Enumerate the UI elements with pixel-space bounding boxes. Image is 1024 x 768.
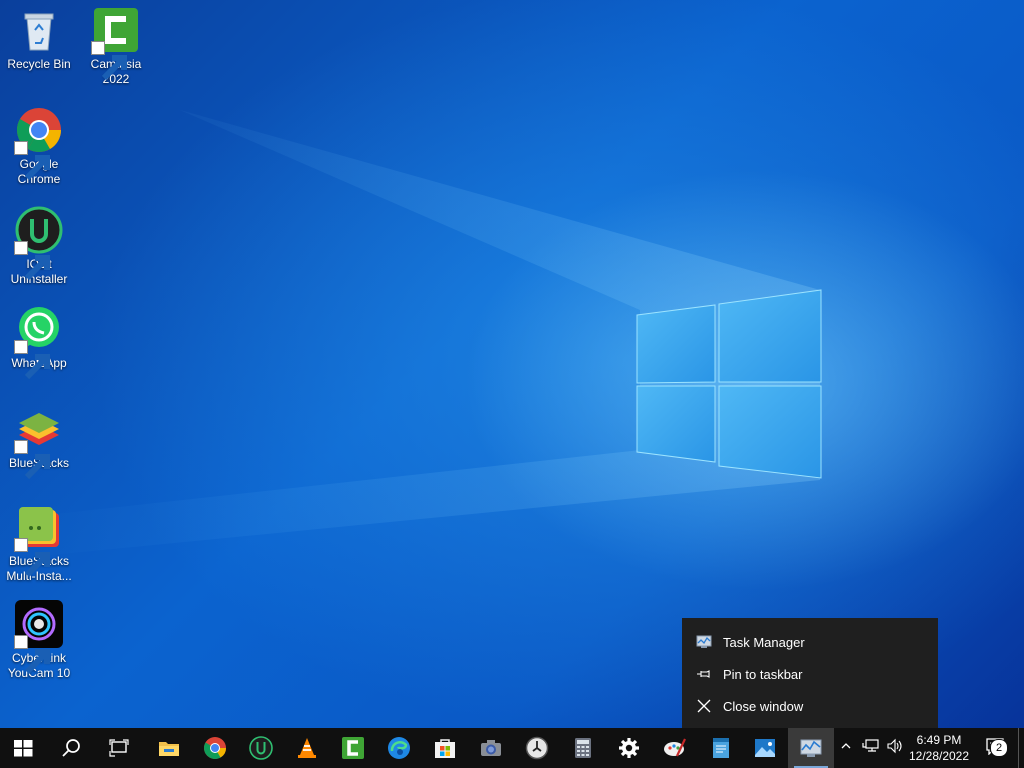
taskbar-app-notepad[interactable] [698,728,744,768]
taskbar-app-vlc[interactable] [284,728,330,768]
desktop-icon-bluestacks-multi-instance[interactable]: BlueStacks Multi-Insta... [3,503,75,584]
task-manager-icon [799,736,823,760]
search-icon [59,736,83,760]
vlc-icon [295,736,319,760]
volume-tray-button[interactable] [884,728,906,768]
jump-list-item-task-manager[interactable]: Task Manager [682,626,938,658]
desktop-icon-recycle-bin[interactable]: Recycle Bin [3,6,75,72]
shortcut-arrow-icon [14,538,50,578]
taskbar-app-file-explorer[interactable] [146,728,192,768]
desktop-icon-camtasia[interactable]: Camtasia 2022 [80,6,152,87]
network-tray-button[interactable] [860,728,882,768]
shortcut-arrow-icon [14,440,50,480]
taskbar-app-chrome[interactable] [192,728,238,768]
notepad-icon [709,736,733,760]
shortcut-arrow-icon [91,41,127,81]
jump-list-item-close-window[interactable]: Close window [682,690,938,722]
microsoft-store-icon [433,736,457,760]
taskbar-app-settings[interactable] [606,728,652,768]
paint-icon [663,736,687,760]
bluestacks-multi-instance-icon [14,503,63,578]
photos-icon [753,736,777,760]
taskbar-clock[interactable]: 6:49 PM 12/28/2022 [905,728,973,768]
edge-icon [387,736,411,760]
file-explorer-icon [157,736,181,760]
pin-icon [696,666,712,682]
task-view-icon [107,736,131,760]
show-desktop-button[interactable] [1018,728,1024,768]
settings-icon [617,736,641,760]
iobit-uninstaller-icon [14,206,63,281]
iobit-uninstaller-icon [249,736,273,760]
bluestacks-icon [14,405,63,480]
task-view-button[interactable] [96,728,142,768]
search-button[interactable] [48,728,94,768]
clock-app-icon [525,736,549,760]
shortcut-arrow-icon [14,340,50,380]
jump-list-label: Close window [723,698,804,714]
calculator-icon [571,736,595,760]
taskbar-app-edge[interactable] [376,728,422,768]
camtasia-icon [341,736,365,760]
shortcut-arrow-icon [14,635,50,675]
start-button[interactable] [0,728,46,768]
taskbar-app-clock[interactable] [514,728,560,768]
youcam-icon [14,600,63,675]
chevron-up-icon [840,739,852,757]
clock-date: 12/28/2022 [908,749,970,763]
desktop-icon-label: Recycle Bin [7,57,71,71]
taskbar-app-microsoft-store[interactable] [422,728,468,768]
taskbar-app-task-manager[interactable] [788,728,834,768]
jump-list-label: Pin to taskbar [723,666,803,682]
taskbar-app-iobit-uninstaller[interactable] [238,728,284,768]
desktop-icon-google-chrome[interactable]: Google Chrome [3,106,75,187]
desktop-icon-bluestacks[interactable]: BlueStacks [3,405,75,480]
shortcut-arrow-icon [14,141,50,181]
whatsapp-icon [14,305,63,380]
taskbar-app-photos[interactable] [742,728,788,768]
taskbar-app-camera[interactable] [468,728,514,768]
desktop-icon-whatsapp[interactable]: WhatsApp [3,305,75,380]
shortcut-arrow-icon [14,241,50,281]
clock-time: 6:49 PM [916,733,962,747]
task-manager-icon [696,634,712,650]
recycle-bin-icon [15,6,63,54]
chrome-icon [14,106,63,181]
camera-icon [479,736,503,760]
close-icon [696,698,712,714]
chrome-icon [203,736,227,760]
taskbar-app-camtasia[interactable] [330,728,376,768]
show-hidden-icons-button[interactable] [836,728,856,768]
taskbar: 6:49 PM 12/28/2022 [0,728,1024,768]
desktop-icon-iobit-uninstaller[interactable]: IObit Uninstaller [3,206,75,287]
taskbar-app-calculator[interactable] [560,728,606,768]
start-icon [11,736,35,760]
taskbar-app-paint[interactable] [652,728,698,768]
taskbar-jump-list: Task Manager Pin to taskbar Close window [682,618,938,728]
volume-icon [886,738,904,759]
jump-list-label: Task Manager [723,634,805,650]
jump-list-item-pin-to-taskbar[interactable]: Pin to taskbar [682,658,938,690]
desktop-icon-cyberlink-youcam[interactable]: CyberLink YouCam 10 [3,600,75,681]
camtasia-icon [91,6,140,81]
network-icon [862,738,880,759]
notification-count-badge: 2 [990,739,1008,757]
